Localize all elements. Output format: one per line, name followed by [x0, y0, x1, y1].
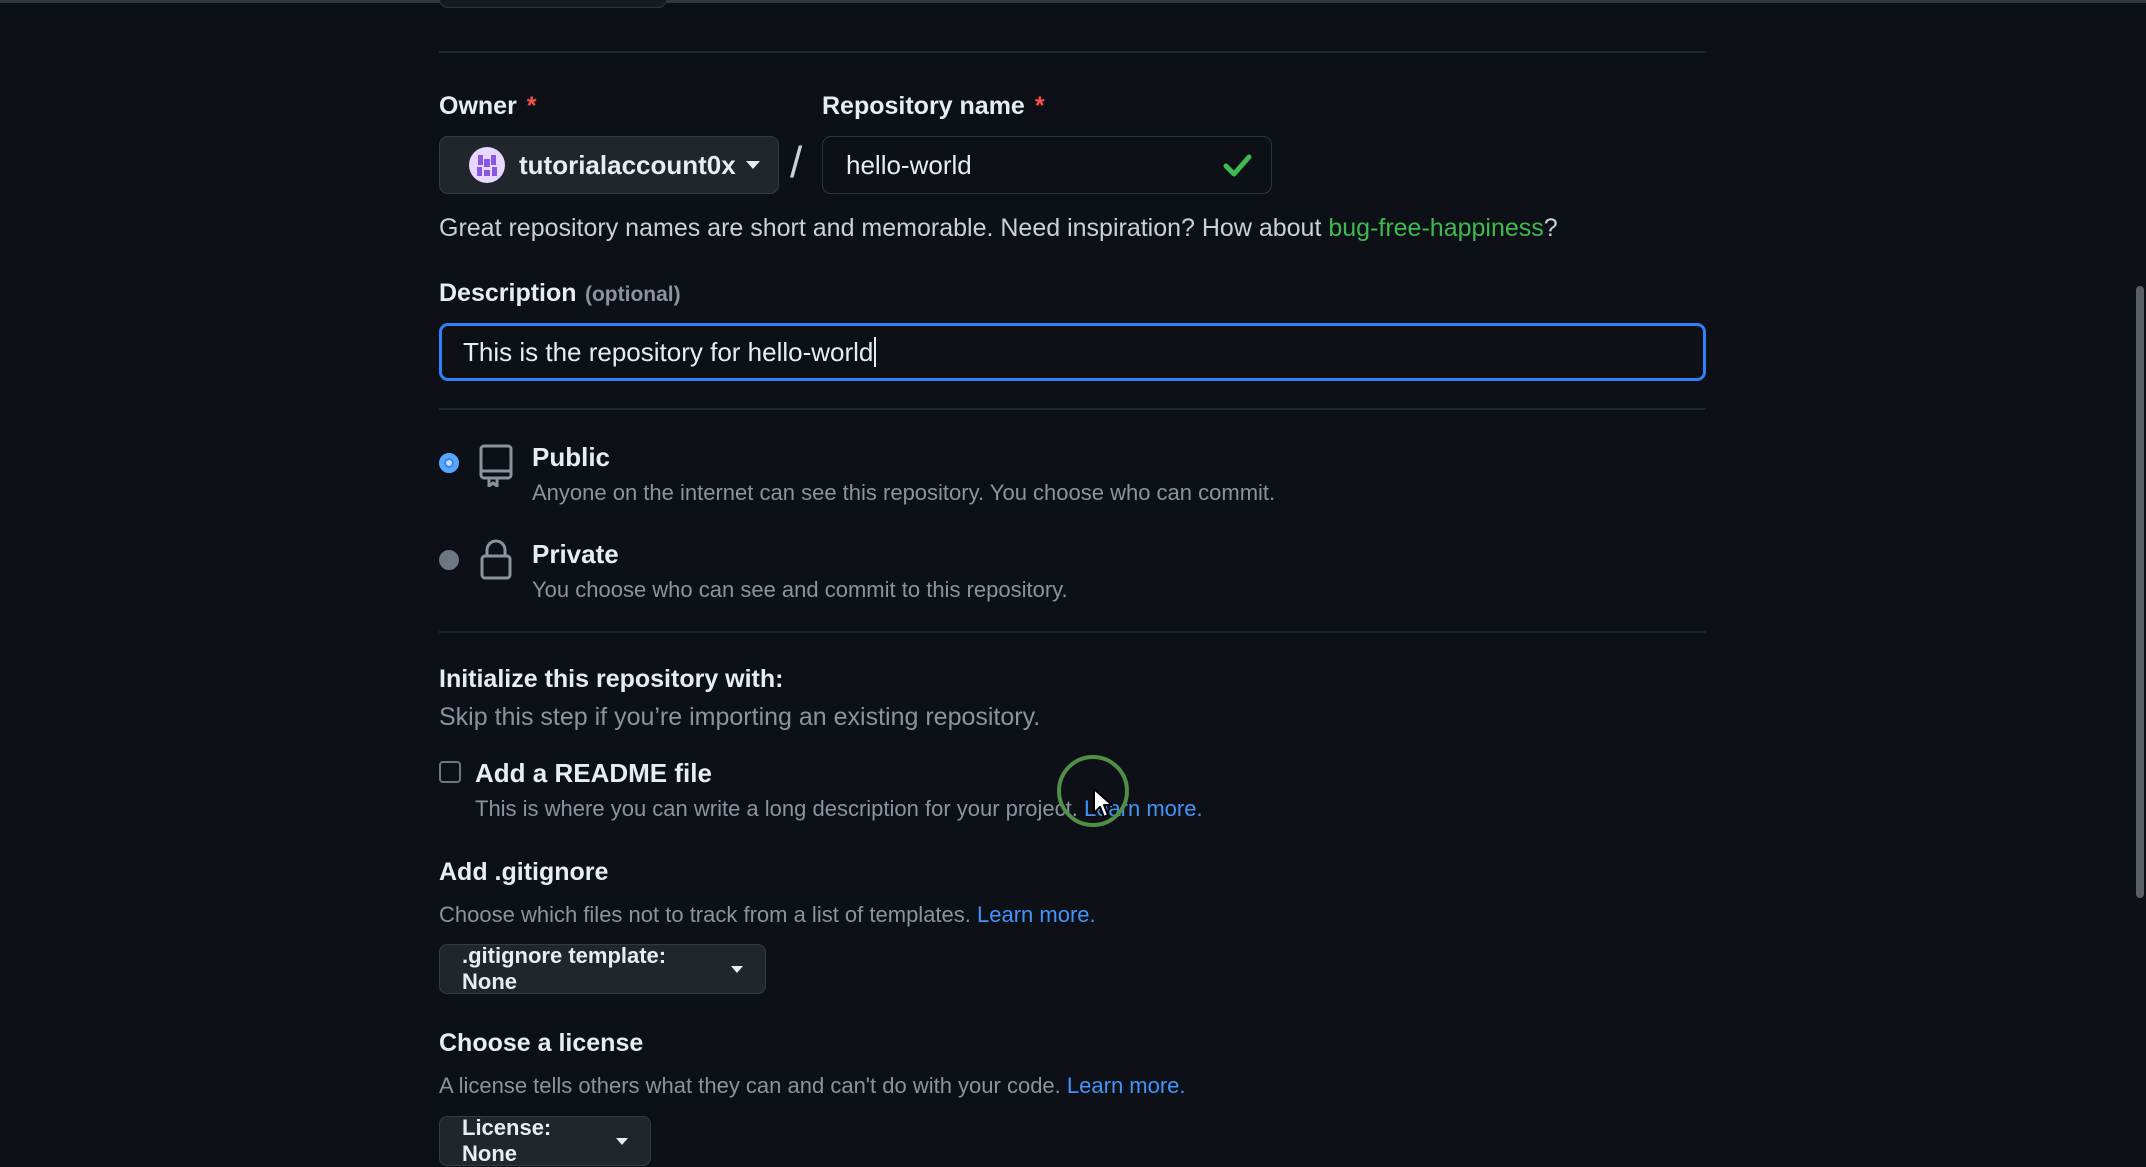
license-dropdown[interactable]: License: None	[439, 1115, 651, 1166]
repo-icon	[478, 443, 514, 492]
description-input[interactable]: This is the repository for hello-world	[439, 323, 1706, 381]
text-cursor	[874, 337, 877, 367]
divider	[439, 631, 1706, 633]
owner-label: Owner *	[439, 92, 537, 121]
owner-repo-separator: /	[790, 138, 803, 187]
optional-tag: (optional)	[584, 283, 681, 306]
license-desc-text: A license tells others what they can and…	[439, 1073, 1067, 1098]
repo-name-label-text: Repository name	[822, 92, 1025, 120]
public-title: Public	[532, 442, 611, 472]
readme-label[interactable]: Add a README file	[475, 758, 712, 789]
license-learn-more-link[interactable]: Learn more.	[1067, 1073, 1186, 1098]
private-title: Private	[532, 539, 619, 569]
suggested-name-link[interactable]: bug-free-happiness	[1328, 214, 1543, 242]
init-subtitle: Skip this step if you’re importing an ex…	[439, 703, 1041, 731]
description-label-text: Description	[439, 279, 577, 307]
chevron-down-icon	[745, 161, 760, 169]
required-mark: *	[1034, 92, 1045, 120]
gitignore-button-label: .gitignore template: None	[462, 943, 667, 994]
repo-name-label: Repository name *	[822, 92, 1045, 121]
owner-value: tutorialaccount0x	[519, 149, 736, 180]
divider	[439, 51, 1706, 53]
description-label: Description (optional)	[439, 279, 681, 308]
gitignore-desc: Choose which files not to track from a l…	[439, 902, 1096, 928]
private-desc: You choose who can see and commit to thi…	[532, 577, 1068, 602]
gitignore-title: Add .gitignore	[439, 858, 609, 886]
readme-checkbox[interactable]	[439, 761, 461, 783]
owner-avatar	[469, 147, 505, 183]
description-value: This is the repository for hello-world	[463, 336, 874, 367]
top-border	[0, 0, 2146, 3]
license-button-label: License: None	[462, 1115, 552, 1166]
name-hint: Great repository names are short and mem…	[439, 214, 1558, 243]
owner-dropdown[interactable]: tutorialaccount0x	[439, 136, 779, 194]
repo-name-input[interactable]: hello-world	[822, 136, 1272, 194]
public-radio[interactable]	[439, 453, 459, 473]
repo-name-value: hello-world	[846, 149, 972, 180]
lock-icon	[478, 538, 514, 587]
license-desc: A license tells others what they can and…	[439, 1073, 1186, 1099]
readme-desc-text: This is where you can write a long descr…	[475, 796, 1084, 821]
chevron-down-icon	[616, 1137, 628, 1145]
page-scrollbar[interactable]	[2136, 286, 2144, 898]
mouse-pointer-icon	[1092, 787, 1116, 826]
check-icon	[1222, 150, 1252, 185]
gitignore-learn-more-link[interactable]: Learn more.	[977, 902, 1096, 927]
hint-end: ?	[1543, 214, 1558, 242]
chevron-down-icon	[731, 965, 743, 973]
init-title: Initialize this repository with:	[439, 665, 784, 693]
previous-section-button[interactable]	[439, 0, 667, 8]
divider	[439, 408, 1706, 410]
required-mark: *	[526, 92, 537, 120]
private-radio[interactable]	[439, 550, 459, 570]
gitignore-template-dropdown[interactable]: .gitignore template: None	[439, 943, 766, 994]
gitignore-desc-text: Choose which files not to track from a l…	[439, 902, 978, 927]
license-title: Choose a license	[439, 1029, 644, 1057]
public-desc: Anyone on the internet can see this repo…	[532, 480, 1276, 505]
hint-text: Great repository names are short and mem…	[439, 214, 1329, 242]
owner-label-text: Owner	[439, 92, 517, 120]
identicon-icon	[475, 153, 499, 177]
